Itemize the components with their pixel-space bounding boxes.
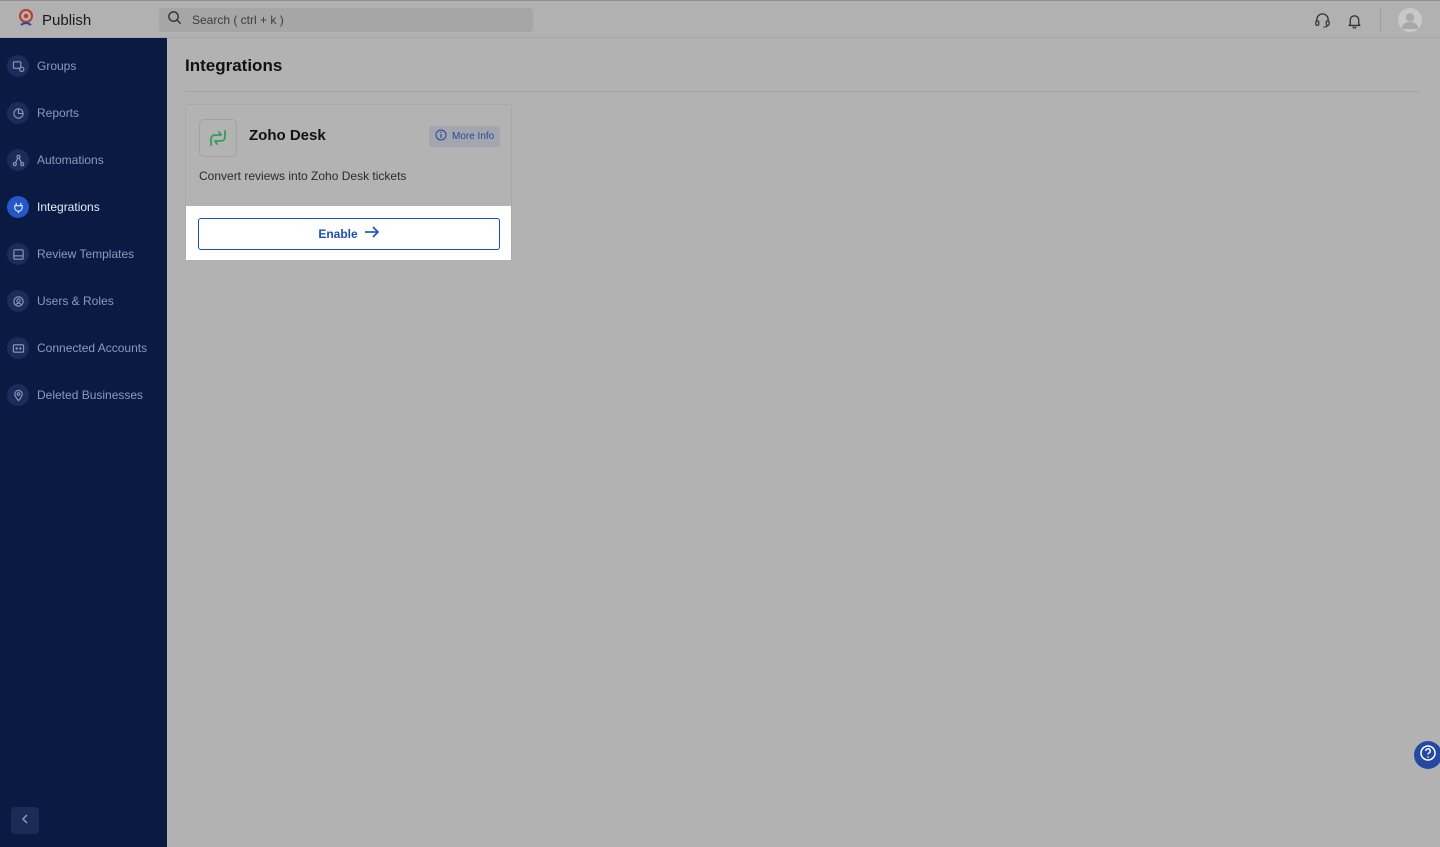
enable-label: Enable <box>318 227 358 241</box>
search-input[interactable]: Search ( ctrl + k ) <box>159 8 533 32</box>
more-info-button[interactable]: More Info <box>429 126 500 147</box>
sidebar-item-connected-accounts[interactable]: Connected Accounts <box>0 331 167 365</box>
sidebar-item-label: Reports <box>37 106 80 120</box>
publish-logo-icon <box>16 8 36 33</box>
notification-bell-icon[interactable] <box>1345 11 1363 29</box>
sidebar-item-label: Connected Accounts <box>37 341 148 355</box>
enable-button[interactable]: Enable <box>198 218 500 250</box>
integration-card-zoho-desk: Zoho Desk More Info Convert reviews into… <box>185 104 512 260</box>
integration-name: Zoho Desk <box>249 127 326 144</box>
sidebar: Groups Reports Automations Integrations … <box>0 38 167 847</box>
users-roles-icon <box>7 290 29 312</box>
connected-accounts-icon <box>7 337 29 359</box>
sidebar-item-label: Integrations <box>37 200 100 214</box>
collapse-sidebar-button[interactable] <box>11 807 39 834</box>
sidebar-item-label: Automations <box>37 153 104 167</box>
chevron-left-icon <box>19 812 31 830</box>
search-icon <box>167 10 182 30</box>
avatar[interactable] <box>1398 8 1422 32</box>
sidebar-item-label: Users & Roles <box>37 294 114 308</box>
deleted-businesses-icon <box>7 384 29 406</box>
search-placeholder: Search ( ctrl + k ) <box>192 13 284 27</box>
sidebar-item-automations[interactable]: Automations <box>0 143 167 177</box>
sidebar-item-label: Review Templates <box>37 247 135 261</box>
zoho-desk-logo <box>199 119 237 157</box>
groups-icon <box>7 55 29 77</box>
sidebar-item-review-templates[interactable]: Review Templates <box>0 237 167 271</box>
arrow-right-icon <box>364 225 380 244</box>
support-headset-icon[interactable] <box>1313 11 1331 29</box>
automations-icon <box>7 149 29 171</box>
info-icon <box>435 128 447 146</box>
page-title: Integrations <box>185 56 283 75</box>
app-name: Publish <box>42 11 92 29</box>
reports-icon <box>7 102 29 124</box>
sidebar-item-integrations[interactable]: Integrations <box>0 190 167 224</box>
top-bar: Publish Search ( ctrl + k ) <box>0 0 1440 38</box>
title-divider <box>185 91 1420 92</box>
integrations-icon <box>7 196 29 218</box>
sidebar-item-groups[interactable]: Groups <box>0 49 167 83</box>
sidebar-item-label: Deleted Businesses <box>37 388 144 402</box>
question-mark-icon <box>1419 744 1437 767</box>
sidebar-item-label: Groups <box>37 59 77 73</box>
help-button[interactable] <box>1414 741 1440 769</box>
sidebar-item-users-roles[interactable]: Users & Roles <box>0 284 167 318</box>
brand[interactable]: Publish <box>16 8 92 33</box>
sidebar-item-deleted-businesses[interactable]: Deleted Businesses <box>0 378 167 412</box>
review-templates-icon <box>7 243 29 265</box>
topbar-divider <box>1380 9 1381 31</box>
integration-description: Convert reviews into Zoho Desk tickets <box>199 169 407 183</box>
more-info-label: More Info <box>452 131 495 142</box>
enable-highlight-area: Enable <box>186 206 511 260</box>
sidebar-item-reports[interactable]: Reports <box>0 96 167 130</box>
